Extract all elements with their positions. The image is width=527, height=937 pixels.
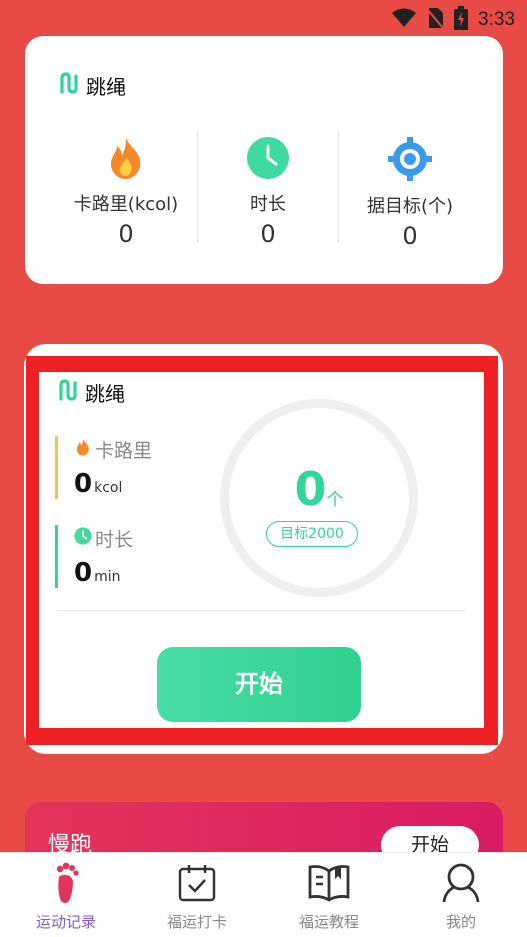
jump-rope-card-body: 跳绳 卡路里 0 kcol 时长 0 min 0个 目标2000 开始	[39, 372, 484, 728]
stat-goal: 据目标(个) 0	[335, 136, 485, 250]
duration-stat-label-row: 时长	[74, 525, 133, 552]
calories-value-row: 0 kcol	[74, 469, 152, 499]
tab-mine[interactable]: 我的	[396, 861, 526, 932]
stat-calories-value: 0	[118, 220, 134, 248]
calendar-check-icon	[132, 861, 262, 905]
jump-card-title-row: 跳绳	[57, 378, 125, 407]
wifi-icon	[392, 8, 417, 32]
tab-workout-records-label: 运动记录	[35, 913, 96, 931]
person-icon	[396, 861, 526, 905]
jump-card-title: 跳绳	[85, 382, 125, 406]
book-icon	[264, 861, 394, 905]
calories-label: 卡路里	[95, 440, 153, 462]
start-jump-button[interactable]: 开始	[157, 647, 361, 722]
summary-title: 跳绳	[86, 75, 126, 99]
clock-icon	[74, 527, 92, 550]
stat-goal-label: 据目标(个)	[366, 196, 454, 217]
calories-stat: 卡路里 0 kcol	[55, 436, 152, 499]
duration-label: 时长	[95, 529, 134, 551]
tab-workout-records[interactable]: 运动记录	[1, 861, 131, 932]
status-bar: 3:33	[0, 0, 527, 36]
tab-checkin-label: 福运打卡	[166, 913, 227, 931]
count-display: 0个	[229, 462, 409, 516]
calories-unit: kcol	[94, 480, 123, 496]
flame-icon	[51, 136, 201, 184]
stat-duration-value: 0	[260, 220, 276, 248]
stat-duration-label: 时长	[250, 194, 286, 215]
stat-calories: 卡路里(kcol) 0	[51, 136, 201, 248]
stat-goal-value: 0	[402, 222, 418, 250]
calories-value: 0	[74, 469, 93, 499]
divider	[57, 610, 466, 611]
bottom-tab-bar: 运动记录 福运打卡 福运教程 我的	[0, 852, 527, 937]
highlight-frame: 跳绳 卡路里 0 kcol 时长 0 min 0个 目标2000 开始	[26, 356, 498, 745]
jump-rope-icon	[57, 378, 79, 407]
goal-badge: 目标2000	[266, 521, 358, 547]
duration-unit: min	[94, 569, 121, 585]
count-value: 0	[294, 462, 327, 516]
stat-duration: 时长 0	[193, 136, 343, 248]
tab-tutorial-label: 福运教程	[298, 913, 359, 931]
clock-time: 3:33	[478, 9, 515, 30]
clock-icon	[193, 136, 343, 184]
target-icon	[335, 136, 485, 186]
tab-mine-label: 我的	[445, 913, 476, 931]
duration-stat: 时长 0 min	[55, 525, 133, 588]
jump-rope-card[interactable]: 跳绳 卡路里 0 kcol 时长 0 min 0个 目标2000 开始	[24, 344, 503, 754]
no-sim-icon	[426, 7, 444, 33]
count-unit: 个	[326, 490, 344, 510]
jump-rope-icon	[58, 71, 80, 100]
flame-icon	[74, 437, 92, 462]
footprint-icon	[1, 861, 131, 905]
summary-card: 跳绳 卡路里(kcol) 0 时长 0 据目标(个) 0	[25, 36, 503, 284]
tab-checkin[interactable]: 福运打卡	[132, 861, 262, 932]
count-progress-ring: 0个 目标2000	[220, 399, 418, 597]
battery-charging-icon	[454, 6, 469, 34]
calories-stat-label-row: 卡路里	[74, 436, 152, 463]
summary-title-row: 跳绳	[58, 71, 126, 100]
stat-calories-label: 卡路里(kcol)	[73, 194, 179, 215]
duration-value-row: 0 min	[74, 558, 133, 588]
duration-value: 0	[74, 558, 93, 588]
tab-tutorial[interactable]: 福运教程	[264, 861, 394, 932]
